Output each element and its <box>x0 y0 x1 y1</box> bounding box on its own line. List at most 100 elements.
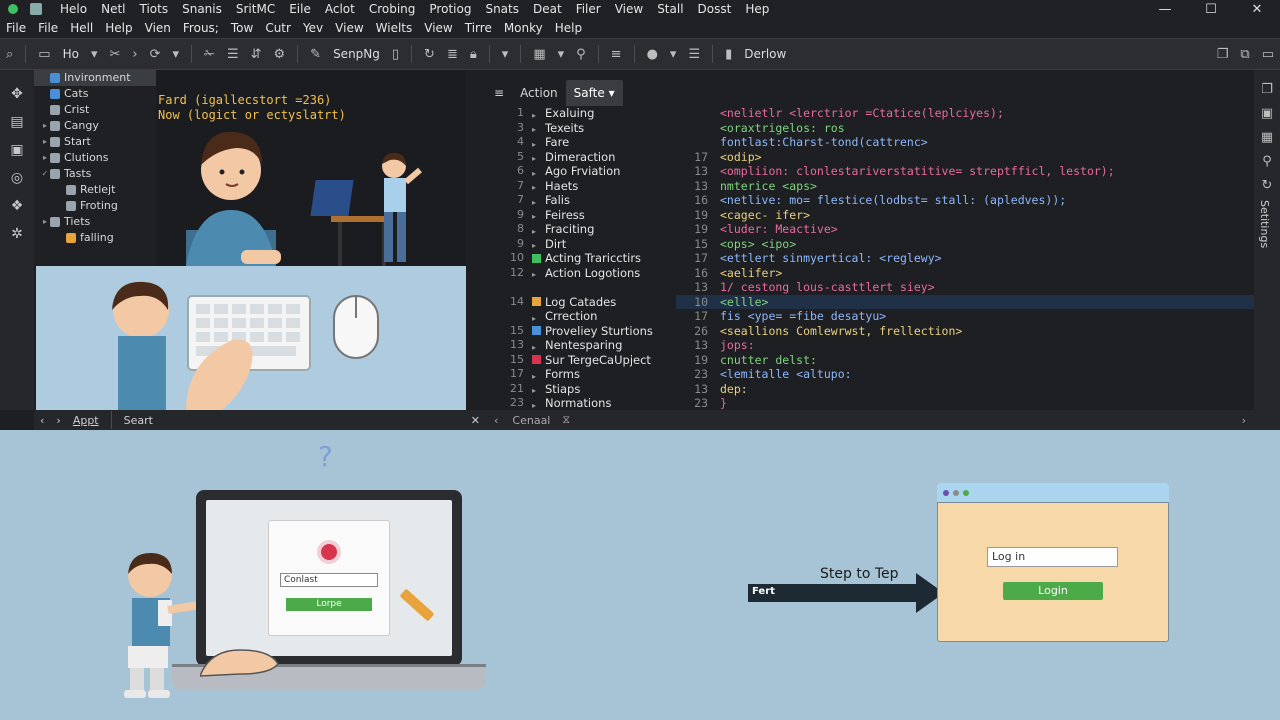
outline-item[interactable]: 7 ▸ Haets <box>486 179 676 194</box>
window-dot-icon[interactable] <box>943 489 949 496</box>
route-icon[interactable]: ⟳ <box>150 47 161 62</box>
code-editor[interactable]: <nelietlr <lerctrior =Ctatice(leplciyes)… <box>676 106 1254 410</box>
code-line[interactable]: 23 <lemitalle <altupo: <box>676 367 1254 382</box>
tree-item[interactable]: ▸ Cangy <box>34 118 156 134</box>
grid-icon[interactable]: ▦ <box>533 47 545 62</box>
outline-item[interactable]: 14 Log Catades <box>486 295 676 310</box>
maximize-icon[interactable]: ☐ <box>1188 2 1234 17</box>
info-icon[interactable]: ● <box>647 47 658 62</box>
code-line[interactable]: fontlast:Charst-tond(cattrenc> <box>676 135 1254 150</box>
explorer-icon[interactable]: ✥ <box>11 80 23 108</box>
copy-icon[interactable]: ❐ <box>1261 78 1273 102</box>
window-dot-icon[interactable] <box>953 489 959 496</box>
outline-item[interactable]: 17 ▸ Forms <box>486 367 676 382</box>
tree-item[interactable]: Froting <box>34 198 156 214</box>
forward-icon[interactable]: › <box>132 47 137 62</box>
globe-icon[interactable]: ◎ <box>11 164 23 192</box>
code-line[interactable]: 19 <cagec- ifer> <box>676 208 1254 223</box>
tree-item[interactable]: ▸ Tiets <box>34 214 156 230</box>
title-menu-item[interactable]: Eile <box>289 2 311 16</box>
title-menu-item[interactable]: View <box>615 2 643 16</box>
outline-item[interactable] <box>486 280 676 295</box>
tab-appt[interactable]: Appt <box>73 414 99 427</box>
title-menu-item[interactable]: Stall <box>657 2 683 16</box>
tree-item[interactable]: falling <box>34 230 156 246</box>
tree-item[interactable]: Retlejt <box>34 182 156 198</box>
title-menu-item[interactable]: Tiots <box>140 2 169 16</box>
chevron-down-icon[interactable]: ▾ <box>558 47 565 62</box>
stack-icon[interactable]: ≣ <box>447 47 458 62</box>
outline-item[interactable]: 8 ▸ Fraciting <box>486 222 676 237</box>
title-menu-item[interactable]: Netl <box>101 2 125 16</box>
code-line[interactable]: 10 <ellle> <box>676 294 1254 309</box>
file-icon[interactable]: ▭ <box>38 47 50 62</box>
settings-vertical-label[interactable]: Setitings <box>1258 200 1271 248</box>
outline-item[interactable]: 5 ▸ Dimeraction <box>486 150 676 165</box>
title-menu-item[interactable]: Dosst <box>698 2 732 16</box>
code-line[interactable]: 16 <netlive: mo= flestice(lodbst= stall:… <box>676 193 1254 208</box>
outline-item[interactable]: 12 ▸ Action Logotions <box>486 266 676 281</box>
login-button[interactable]: Login <box>1003 582 1103 600</box>
tools-icon[interactable]: ✂ <box>109 47 120 62</box>
panel-icon[interactable]: ▯ <box>392 47 399 62</box>
outline-item[interactable]: ▸ Crrection <box>486 309 676 324</box>
code-line[interactable]: 17 <ettlert sinmyertical: <reglewy> <box>676 251 1254 266</box>
menu-item[interactable]: Vien <box>145 21 171 35</box>
menu-item[interactable]: Wielts <box>376 21 413 35</box>
outline-item[interactable]: 15 Proveliey Sturtions <box>486 324 676 339</box>
tree-twistie-icon[interactable]: ▸ <box>40 214 50 230</box>
menu-icon[interactable]: ≡ <box>611 47 622 62</box>
files-icon[interactable]: ▤ <box>10 108 23 136</box>
copy-icon[interactable]: ❐ <box>1217 47 1229 62</box>
outline-item[interactable]: 6 ▸ Ago Frviation <box>486 164 676 179</box>
window-icon[interactable]: ▭ <box>1262 47 1274 62</box>
hamburger-icon[interactable]: ≡ <box>486 80 512 106</box>
code-line[interactable]: 19 <luder: Meactive> <box>676 222 1254 237</box>
chat-icon[interactable]: ▣ <box>1261 102 1273 126</box>
chat-icon[interactable]: ▣ <box>10 136 23 164</box>
title-menu-item[interactable]: Crobing <box>369 2 416 16</box>
close-panel-icon[interactable]: ✕ <box>471 414 480 427</box>
tree-twistie-icon[interactable]: ▸ <box>40 134 50 150</box>
title-menu-item[interactable]: Protiog <box>429 2 471 16</box>
tree-item[interactable]: Cats <box>34 86 156 102</box>
outline-item[interactable]: 23 ▸ Normations <box>486 396 676 411</box>
close-icon[interactable]: ✕ <box>1234 2 1280 17</box>
menu-item[interactable]: Tirre <box>465 21 492 35</box>
cut-icon[interactable]: ✁ <box>204 47 215 62</box>
minimize-icon[interactable]: — <box>1142 2 1188 17</box>
tree-item[interactable]: Invironment <box>34 70 156 86</box>
tree-item[interactable]: ▸ Clutions <box>34 150 156 166</box>
code-line[interactable]: 17 <odip> <box>676 150 1254 165</box>
menu-item[interactable]: File <box>38 21 58 35</box>
tab-safte[interactable]: Safte ▾ <box>565 80 623 106</box>
link-icon[interactable]: ⚲ <box>1262 150 1272 174</box>
marker-icon[interactable]: ▮ <box>725 47 732 62</box>
tab-action[interactable]: Action <box>512 80 566 106</box>
menu-item[interactable]: Monky <box>504 21 543 35</box>
menu-item[interactable]: File <box>6 21 26 35</box>
chevron-down-icon[interactable]: ▾ <box>502 47 509 62</box>
outline-item[interactable]: 4 ▸ Fare <box>486 135 676 150</box>
code-line[interactable]: <nelietlr <lerctrior =Ctatice(leplciyes)… <box>676 106 1254 121</box>
outline-item[interactable]: 15 Sur TergeCaUpject <box>486 353 676 368</box>
filter-icon[interactable]: ⧖ <box>562 413 570 427</box>
nav-back-icon[interactable]: ‹ <box>494 414 498 427</box>
outline-item[interactable]: 10 Acting Traricctirs <box>486 251 676 266</box>
title-menu-item[interactable]: Deat <box>533 2 562 16</box>
code-line[interactable]: 15 <ops> <ipo> <box>676 237 1254 252</box>
code-line[interactable]: 13 1/ cestong lous-casttlert siey> <box>676 280 1254 295</box>
split-icon[interactable]: ⇵ <box>251 47 262 62</box>
title-menu-item[interactable]: Snats <box>485 2 519 16</box>
tree-twistie-icon[interactable]: ✓ <box>40 166 50 182</box>
gear-icon[interactable]: ⚙ <box>274 47 286 62</box>
tree-item[interactable]: Crist <box>34 102 156 118</box>
code-line[interactable]: 13 <ompliion: clonlestariverstatitive= s… <box>676 164 1254 179</box>
project-dropdown[interactable]: Ho <box>63 47 79 61</box>
link-icon[interactable]: ⚲ <box>576 47 586 62</box>
outline-item[interactable]: 9 ▸ Dirt <box>486 237 676 252</box>
lock-icon[interactable]: 🔒︎ <box>470 47 477 62</box>
code-line[interactable]: 13 jops: <box>676 338 1254 353</box>
title-menu-item[interactable]: Filer <box>576 2 601 16</box>
nav-back-icon[interactable]: ‹ <box>40 414 44 427</box>
